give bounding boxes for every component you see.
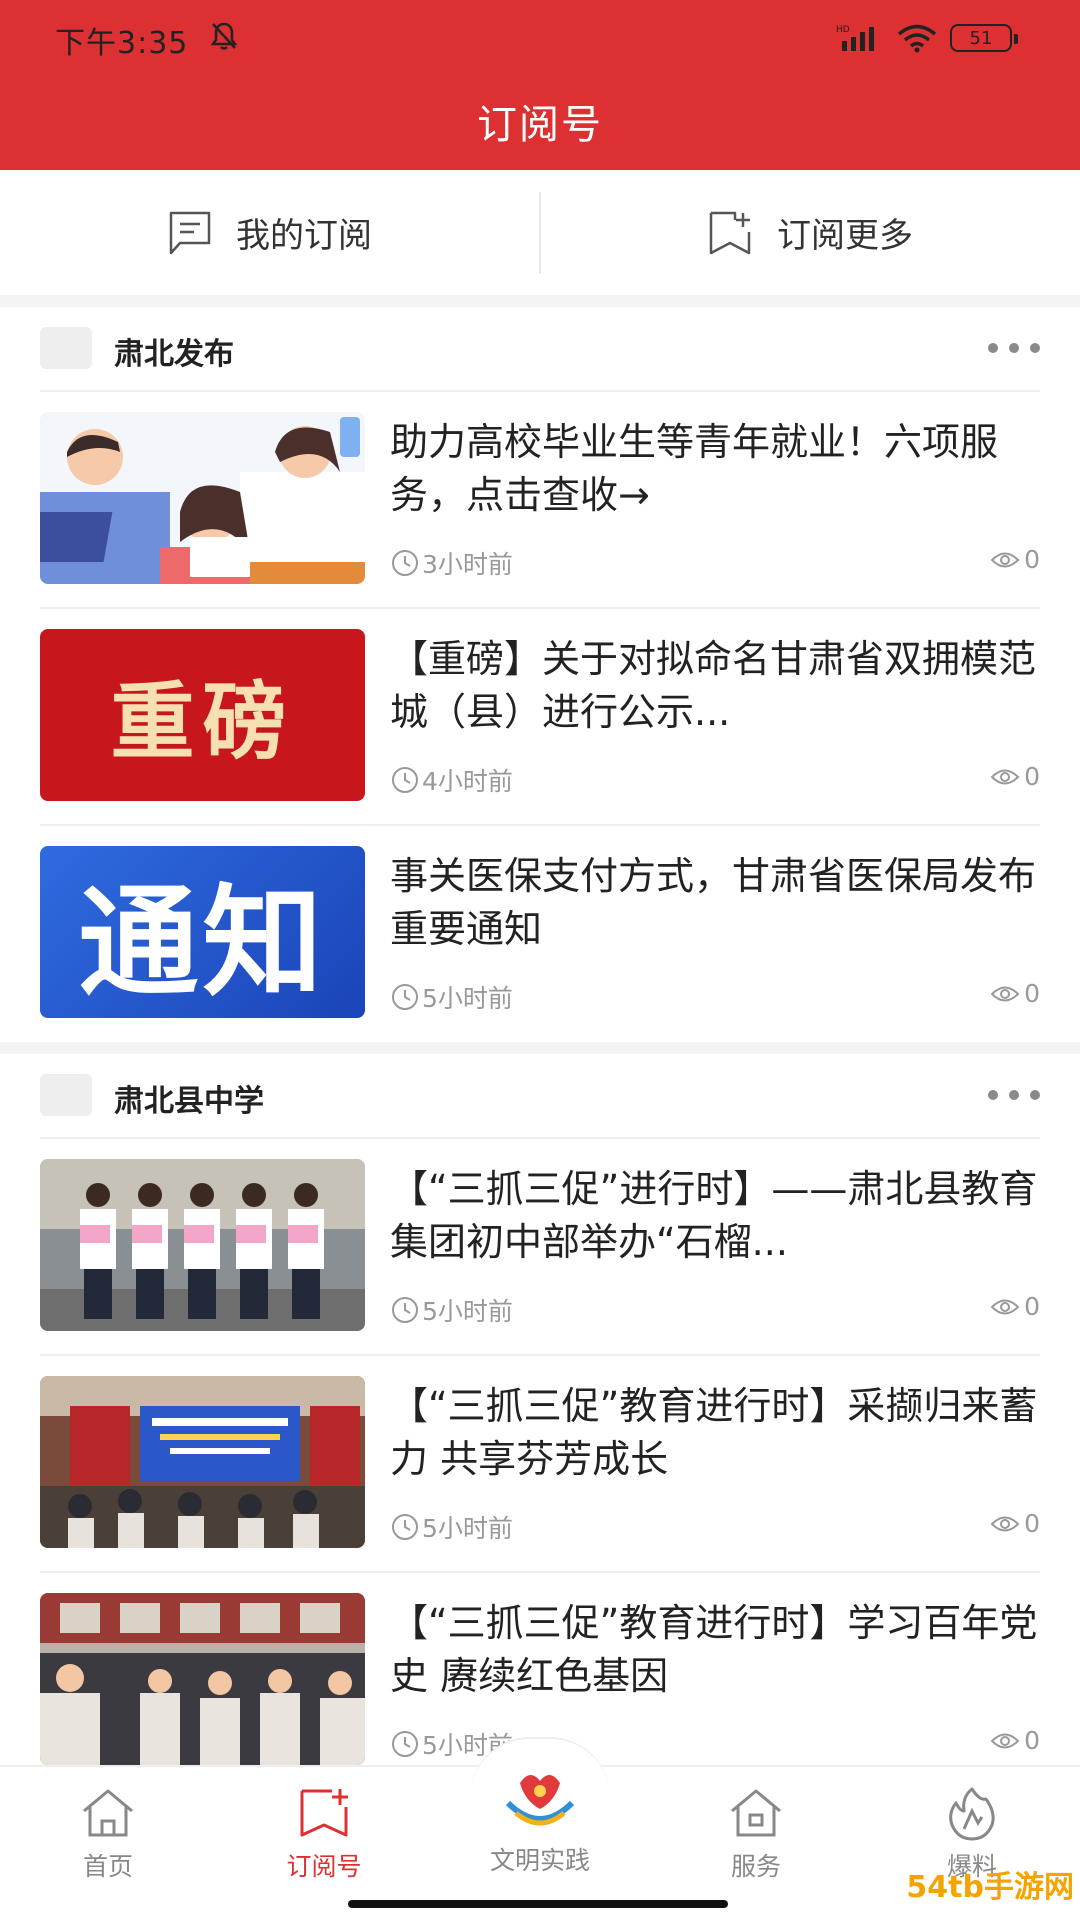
civilization-practice-logo-icon	[505, 1774, 575, 1826]
article-views-count: 0	[1024, 1726, 1040, 1755]
article-views-count: 0	[1024, 545, 1040, 574]
article-item[interactable]: 助力高校毕业生等青年就业！六项服务，点击查收→ 3小时前 0	[40, 392, 1040, 609]
signal-icon: HD	[836, 25, 874, 51]
add-bookmark-icon	[709, 211, 751, 254]
more-options-icon[interactable]	[988, 1090, 1040, 1102]
article-item[interactable]: 【“三抓三促”进行时】——肃北县教育集团初中部举办“石榴... 5小时前 0	[40, 1139, 1040, 1356]
site-watermark: 54tb手游网	[906, 1870, 1074, 1905]
article-time: 5小时前	[390, 1509, 513, 1545]
article-views: 0	[990, 545, 1040, 574]
article-views: 0	[990, 762, 1040, 791]
article-time-text: 5小时前	[422, 984, 513, 1013]
nav-services[interactable]: 服务	[676, 1785, 836, 1883]
nav-home-label: 首页	[82, 1852, 133, 1881]
notifications-muted-icon	[210, 22, 238, 50]
nav-services-label: 服务	[730, 1852, 781, 1881]
channel-name: 肃北县中学	[114, 1084, 264, 1119]
article-views: 0	[990, 979, 1040, 1008]
nav-civilization-label: 文明实践	[489, 1846, 590, 1875]
article-item[interactable]: 【“三抓三促”教育进行时】采撷归来蓄力 共享芬芳成长 5小时前 0	[40, 1356, 1040, 1573]
article-time-text: 5小时前	[422, 1297, 513, 1326]
article-views-count: 0	[1024, 1292, 1040, 1321]
channel-avatar	[40, 327, 92, 369]
article-views-count: 0	[1024, 1509, 1040, 1538]
home-indicator[interactable]	[348, 1900, 728, 1908]
channel-section: 肃北县中学 【“三抓三促”进行时】——肃北县教育集团初中部举办“石榴... 5小…	[0, 1054, 1080, 1765]
subscription-icon	[300, 1789, 348, 1837]
article-thumbnail	[40, 1593, 365, 1765]
channel-name: 肃北发布	[114, 337, 234, 372]
clock-icon	[392, 1514, 418, 1540]
article-title: 【重磅】关于对拟命名甘肃省双拥模范城（县）进行公示...	[390, 637, 1037, 734]
my-subscriptions-label: 我的订阅	[236, 216, 372, 256]
eye-icon	[990, 1516, 1020, 1531]
flame-icon	[949, 1787, 995, 1841]
article-time-text: 3小时前	[422, 550, 513, 579]
article-thumbnail: 重磅	[40, 629, 365, 801]
nav-home[interactable]: 首页	[28, 1785, 188, 1883]
article-title: 助力高校毕业生等青年就业！六项服务，点击查收→	[390, 420, 999, 517]
battery-level: 51	[969, 27, 993, 49]
article-views: 0	[990, 1509, 1040, 1538]
clock-icon	[392, 550, 418, 576]
clock-icon	[392, 767, 418, 793]
article-title: 【“三抓三促”教育进行时】采撷归来蓄力 共享芬芳成长	[390, 1384, 1038, 1481]
home-icon	[83, 1789, 133, 1837]
nav-civilization-practice[interactable]: 文明实践	[460, 1763, 620, 1877]
section-gap	[0, 1042, 1080, 1054]
message-flag-icon	[169, 211, 211, 254]
article-time: 3小时前	[390, 545, 513, 581]
subscribe-more-button[interactable]: 订阅更多	[540, 170, 1080, 295]
eye-icon	[990, 769, 1020, 784]
channel-header[interactable]: 肃北县中学	[40, 1054, 1040, 1139]
article-views-count: 0	[1024, 762, 1040, 791]
status-bar: 下午3:35 HD 51	[0, 0, 1080, 78]
eye-icon	[990, 1299, 1020, 1314]
app-header: 下午3:35 HD 51 订阅号	[0, 0, 1080, 170]
article-thumbnail	[40, 412, 365, 584]
article-thumbnail	[40, 1159, 365, 1331]
article-time-text: 4小时前	[422, 767, 513, 796]
eye-icon	[990, 1733, 1020, 1748]
article-views: 0	[990, 1292, 1040, 1321]
article-title: 【“三抓三促”教育进行时】学习百年党史 赓续红色基因	[390, 1601, 1038, 1698]
article-views-count: 0	[1024, 979, 1040, 1008]
svg-text:HD: HD	[836, 25, 850, 35]
article-views: 0	[990, 1726, 1040, 1755]
channel-header[interactable]: 肃北发布	[40, 307, 1040, 392]
page-title: 订阅号	[477, 102, 603, 148]
nav-subscriptions-label: 订阅号	[286, 1852, 362, 1881]
clock-icon	[392, 984, 418, 1010]
status-time: 下午3:35	[55, 26, 189, 61]
my-subscriptions-button[interactable]: 我的订阅	[0, 170, 540, 295]
section-gap	[0, 295, 1080, 307]
article-thumbnail	[40, 1376, 365, 1548]
subscription-switcher: 我的订阅 订阅更多	[0, 170, 1080, 295]
article-time: 4小时前	[390, 762, 513, 798]
thumbnail-text: 通知	[78, 874, 327, 1013]
article-title: 【“三抓三促”进行时】——肃北县教育集团初中部举办“石榴...	[390, 1167, 1038, 1264]
clock-icon	[392, 1731, 418, 1757]
clock-icon	[392, 1297, 418, 1323]
eye-icon	[990, 986, 1020, 1001]
channel-section: 肃北发布 助力高校毕业生等青年就业！六项服务，点击查收→ 3小时前 0 重磅 【…	[0, 307, 1080, 1042]
status-indicators: HD 51	[836, 22, 1018, 54]
eye-icon	[990, 552, 1020, 567]
channel-avatar	[40, 1074, 92, 1116]
switcher-divider	[539, 192, 541, 274]
article-item[interactable]: 重磅 【重磅】关于对拟命名甘肃省双拥模范城（县）进行公示... 4小时前 0	[40, 609, 1040, 826]
article-time-text: 5小时前	[422, 1514, 513, 1543]
thumbnail-text: 重磅	[110, 672, 295, 771]
article-time: 5小时前	[390, 979, 513, 1015]
battery-icon: 51	[950, 24, 1018, 52]
services-house-icon	[731, 1789, 781, 1837]
wifi-icon	[897, 24, 937, 53]
article-thumbnail: 通知	[40, 846, 365, 1018]
subscribe-more-label: 订阅更多	[777, 216, 913, 256]
article-title: 事关医保支付方式，甘肃省医保局发布重要通知	[390, 854, 1037, 951]
article-item[interactable]: 通知 事关医保支付方式，甘肃省医保局发布重要通知 5小时前 0	[40, 826, 1040, 1043]
nav-subscriptions[interactable]: 订阅号	[244, 1785, 404, 1883]
article-time: 5小时前	[390, 1292, 513, 1328]
more-options-icon[interactable]	[988, 343, 1040, 355]
